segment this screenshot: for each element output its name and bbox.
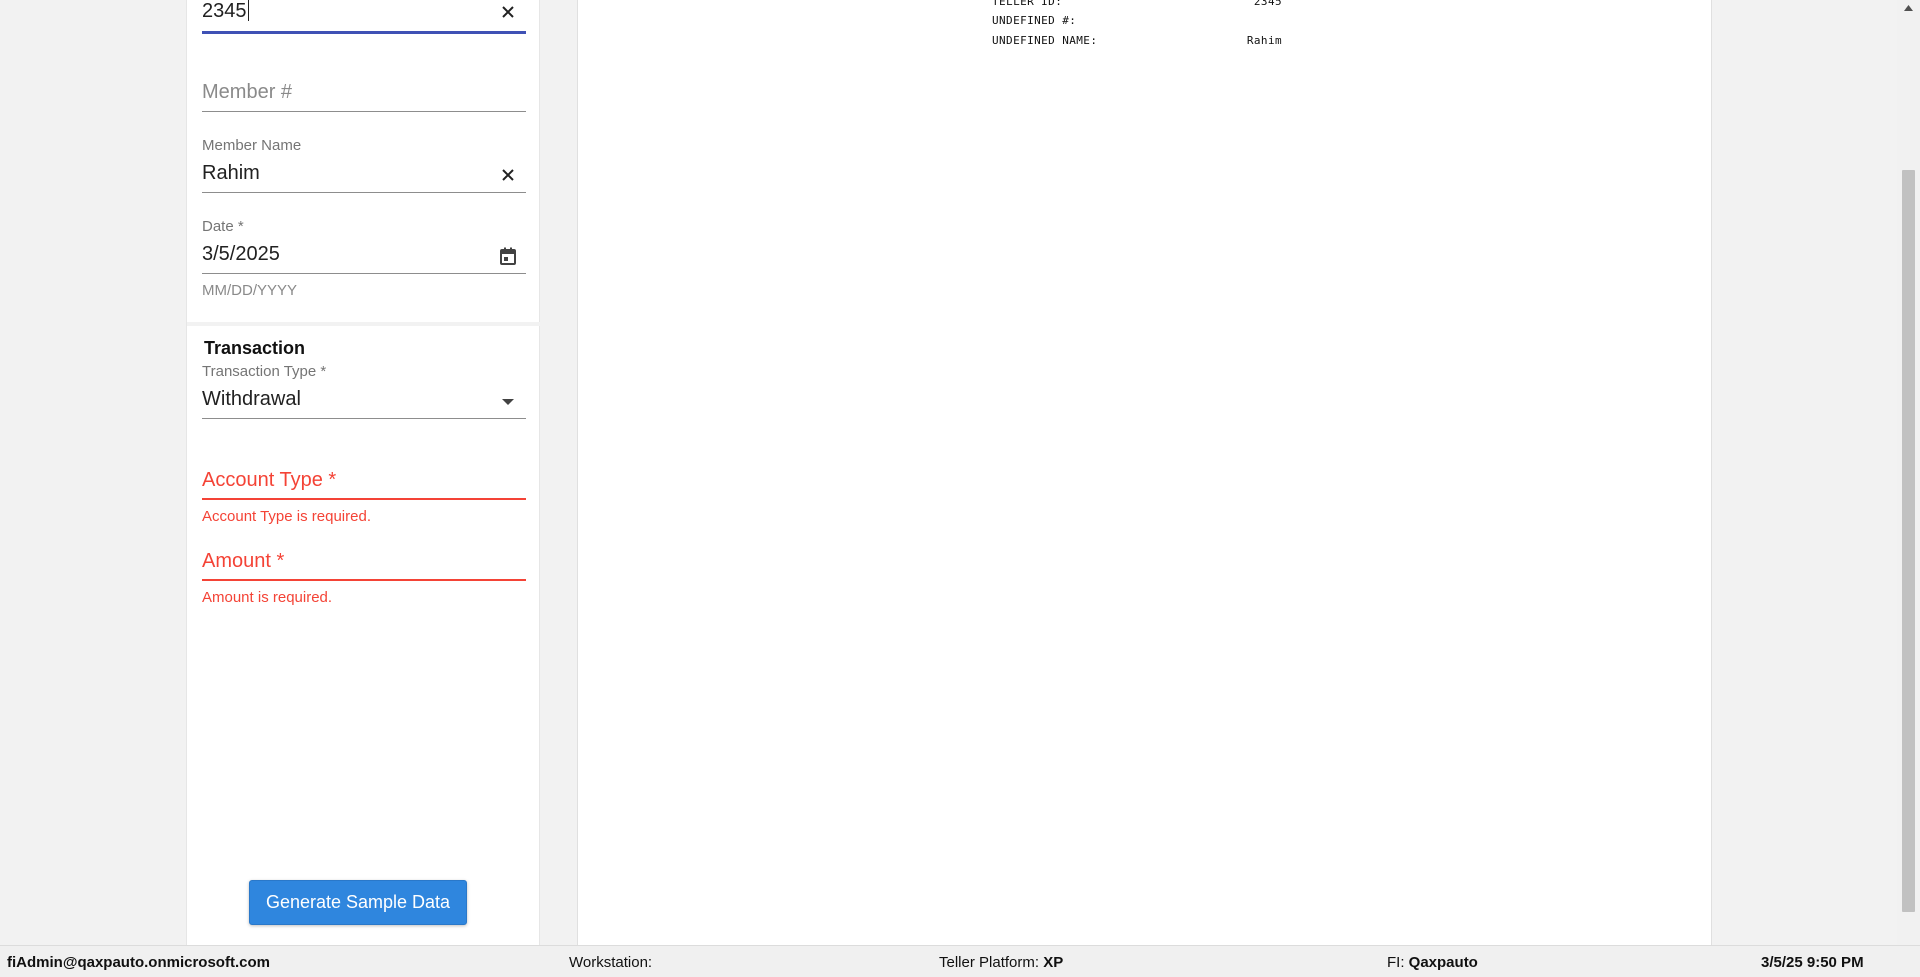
section-divider (187, 322, 541, 326)
teller-id-underline (202, 31, 526, 34)
text-cursor (247, 0, 249, 21)
transaction-type-value[interactable]: Withdrawal (202, 388, 301, 411)
fi-info: FI: Qaxpauto (1387, 954, 1478, 971)
clear-teller-id-button[interactable] (496, 0, 520, 24)
teller-platform-info: Teller Platform: XP (939, 954, 1063, 971)
member-name-label: Member Name (202, 137, 302, 154)
account-type-underline (202, 498, 526, 500)
member-name-underline (202, 192, 526, 193)
transaction-type-underline (202, 418, 526, 419)
receipt-line-label: UNDEFINED NAME: (992, 34, 1098, 47)
fi-label: FI: (1387, 954, 1405, 971)
transaction-type-dropdown-button[interactable] (496, 390, 520, 414)
status-bar: fiAdmin@qaxpauto.onmicrosoft.com Worksta… (0, 945, 1920, 977)
member-name-field[interactable]: Member Name Rahim (202, 136, 526, 194)
amount-error: Amount is required. (202, 589, 333, 606)
workstation-info: Workstation: (569, 954, 652, 971)
teller-platform-value: XP (1043, 954, 1064, 971)
amount-label: Amount * (202, 550, 285, 572)
date-format-hint: MM/DD/YYYY (202, 282, 298, 299)
scroll-up-button[interactable] (1897, 0, 1920, 16)
member-name-value[interactable]: Rahim (202, 162, 260, 185)
member-number-placeholder: Member # (202, 81, 293, 103)
date-underline (202, 273, 526, 274)
receipt-line: UNDEFINED #: (992, 14, 1282, 32)
receipt-line-value: Rahim (1246, 34, 1282, 47)
teller-id-field[interactable]: 2345 (202, 0, 526, 34)
dropdown-arrow-icon (502, 399, 514, 405)
transaction-section-title: Transaction (204, 338, 306, 358)
open-calendar-button[interactable] (496, 244, 520, 268)
member-number-field[interactable]: Member # (202, 78, 526, 114)
amount-underline (202, 579, 526, 581)
close-icon (502, 169, 514, 181)
receipt-line-value: 2345 (1253, 0, 1282, 8)
date-time: 3/5/25 9:50 PM (1761, 954, 1864, 971)
date-label: Date * (202, 218, 244, 235)
amount-field[interactable]: Amount * Amount is required. (202, 547, 526, 609)
date-value[interactable]: 3/5/2025 (202, 243, 280, 266)
scroll-up-arrow-icon (1904, 5, 1913, 11)
teller-platform-label: Teller Platform: (939, 954, 1040, 971)
date-field[interactable]: Date * 3/5/2025 MM/DD/YYYY (202, 217, 526, 299)
teller-id-value: 2345 (202, 0, 247, 22)
transaction-form-panel: 2345 Member # Member Name Rahim Date * 3… (186, 0, 541, 945)
receipt-line: UNDEFINED NAME: Rahim (992, 34, 1282, 52)
signed-in-user: fiAdmin@qaxpauto.onmicrosoft.com (7, 954, 270, 971)
close-icon (502, 6, 514, 18)
calendar-icon (500, 247, 516, 265)
account-type-error: Account Type is required. (202, 508, 371, 525)
receipt-line-label: TELLER ID: (992, 0, 1063, 8)
scrollbar-thumb[interactable] (1902, 170, 1915, 912)
member-number-underline (202, 111, 526, 112)
account-type-label: Account Type * (202, 469, 337, 491)
transaction-type-select[interactable]: Transaction Type * Withdrawal (202, 362, 526, 420)
clear-member-name-button[interactable] (496, 163, 520, 187)
receipt-line: TELLER ID: 2345 (992, 0, 1282, 13)
workstation-label: Workstation: (569, 954, 653, 971)
generate-sample-data-button[interactable]: Generate Sample Data (249, 880, 467, 925)
receipt-line-label: UNDEFINED #: (992, 14, 1077, 27)
receipt-preview: TELLER ID: 2345 UNDEFINED #: UNDEFINED N… (577, 0, 1712, 945)
transaction-type-label: Transaction Type * (202, 363, 327, 380)
account-type-field[interactable]: Account Type * Account Type is required. (202, 466, 526, 528)
fi-value: Qaxpauto (1408, 954, 1478, 971)
vertical-scrollbar[interactable] (1897, 0, 1920, 945)
